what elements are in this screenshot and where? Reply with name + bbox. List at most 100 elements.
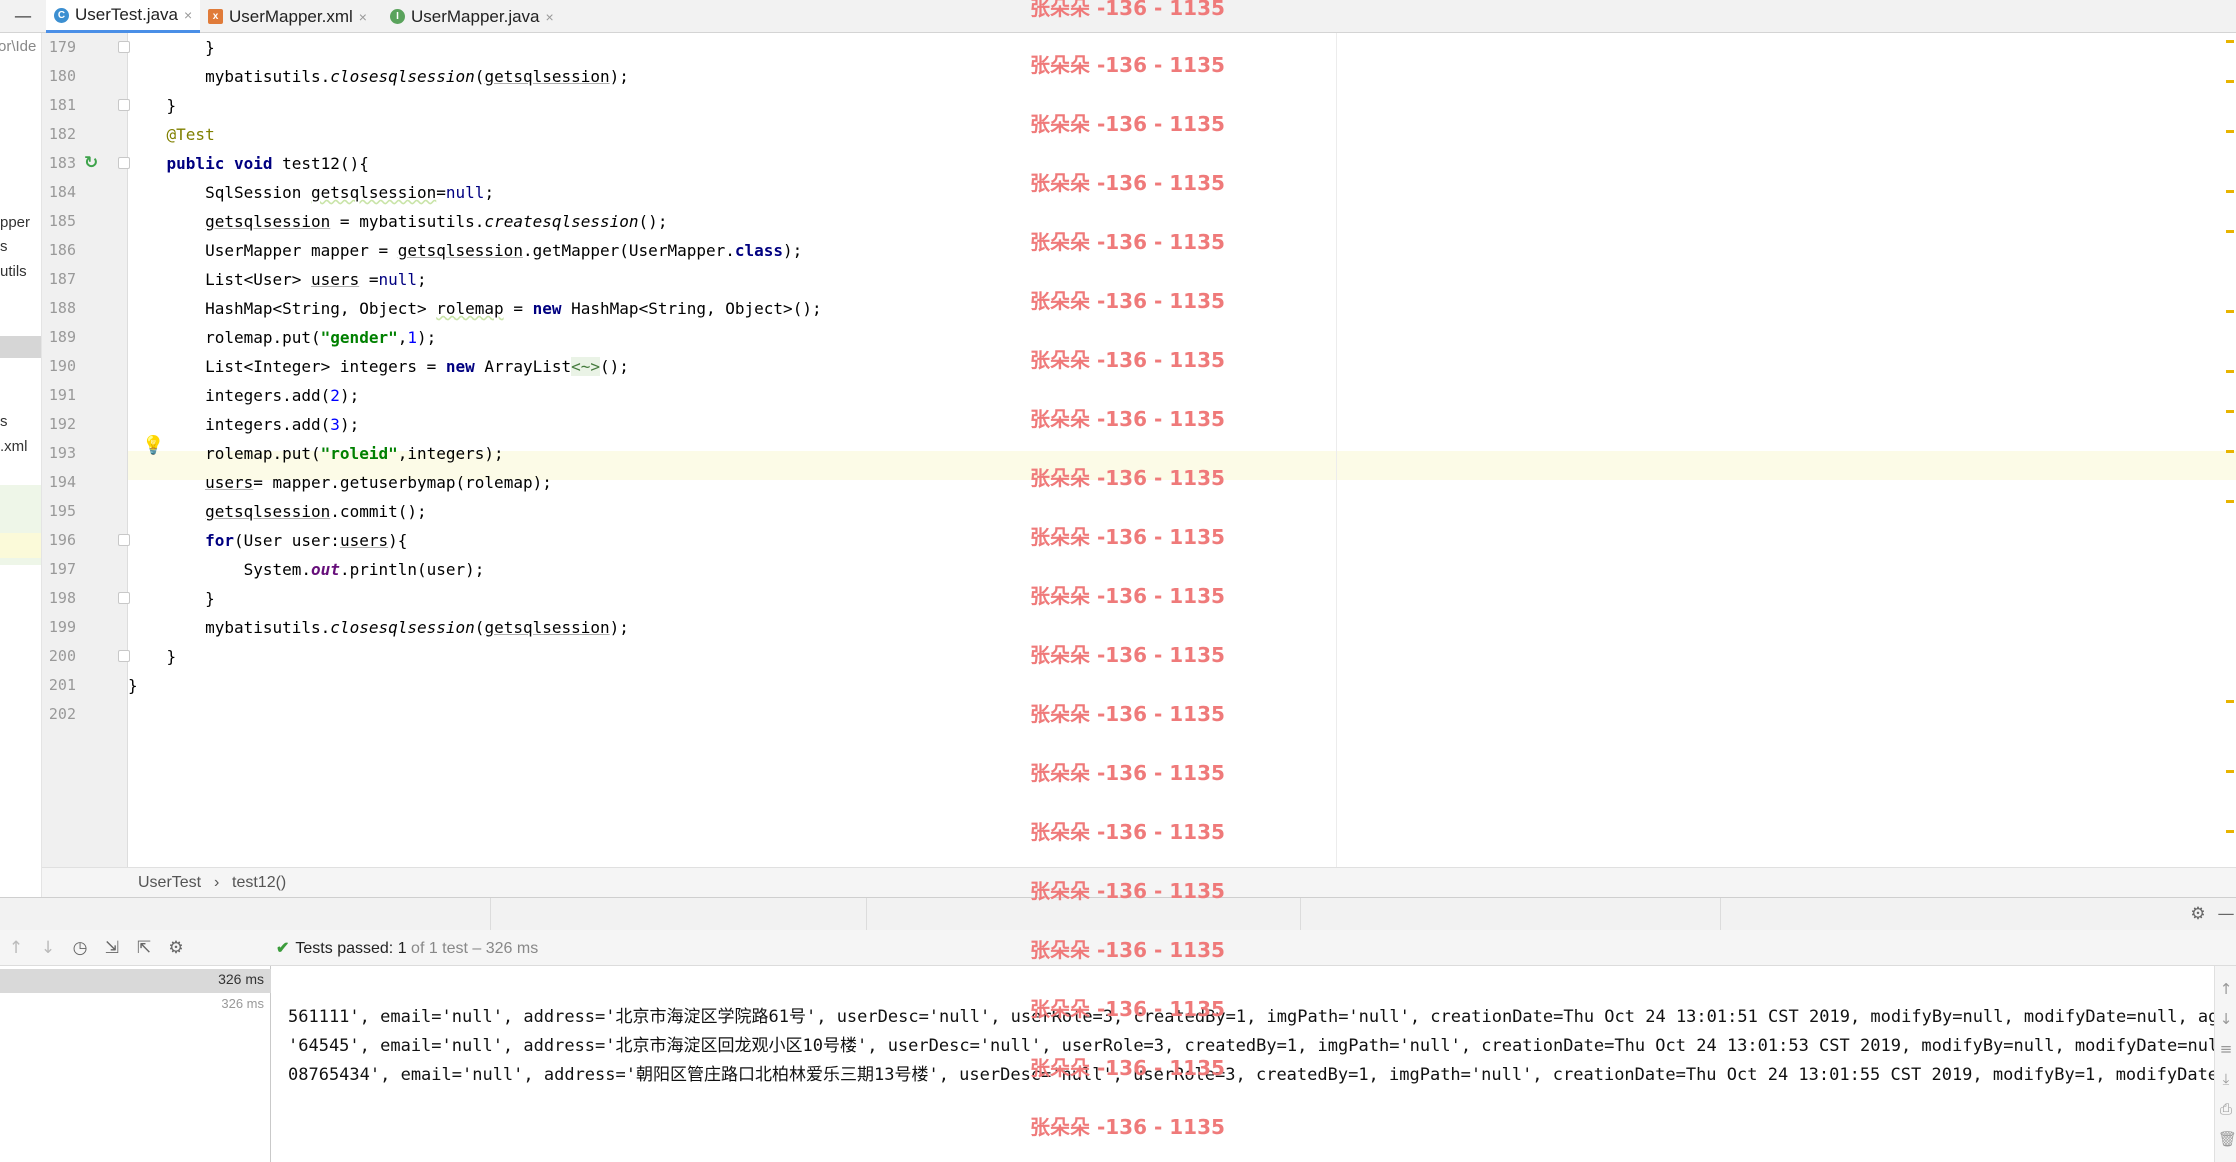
line-number: 182: [48, 125, 76, 143]
breadcrumb-separator: ›: [214, 874, 220, 891]
stripe-marker[interactable]: [2226, 410, 2234, 413]
tree-item[interactable]: pper: [0, 214, 30, 231]
divider: [1300, 898, 1301, 931]
stripe-marker[interactable]: [2226, 450, 2234, 453]
code-line: @Test: [166, 125, 215, 144]
tab-usermapper-xml[interactable]: x UserMapper.xml ×: [200, 0, 375, 33]
watermark-text: 张朵朵 -136 - 1135: [1030, 584, 1225, 608]
run-test-icon[interactable]: ↻: [84, 153, 106, 173]
tab-usermapper-java[interactable]: I UserMapper.java ×: [382, 0, 562, 33]
breadcrumb-class[interactable]: UserTest: [138, 874, 201, 892]
watermark-text: 张朵朵 -136 - 1135: [1030, 1056, 1225, 1080]
tree-item[interactable]: s: [0, 413, 8, 430]
watermark-text: 张朵朵 -136 - 1135: [1030, 171, 1225, 195]
watermark-text: 张朵朵 -136 - 1135: [1030, 997, 1225, 1021]
code-editor[interactable]: 💡 } mybatisutils.closesqlsession(getsqls…: [128, 33, 2236, 867]
tab-usertest-java[interactable]: C UserTest.java ×: [46, 0, 201, 33]
close-icon[interactable]: ×: [184, 7, 192, 23]
code-line: getsqlsession = mybatisutils.createsqlse…: [205, 212, 668, 231]
tab-label: UserTest.java: [75, 5, 178, 24]
project-tree-strip: or\Ide pper s utils s .xml: [0, 33, 42, 897]
hide-panel-icon[interactable]: —: [2216, 904, 2236, 924]
gear-icon[interactable]: ⚙: [2188, 904, 2208, 924]
line-number: 179: [48, 38, 76, 56]
tab-label: UserMapper.java: [411, 6, 540, 26]
stripe-marker[interactable]: [2226, 230, 2234, 233]
stripe-marker[interactable]: [2226, 310, 2234, 313]
java-interface-icon: I: [390, 9, 405, 24]
print-icon[interactable]: ⎙: [2218, 1100, 2234, 1118]
line-number: 184: [48, 183, 76, 201]
watermark-text: 张朵朵 -136 - 1135: [1030, 1115, 1225, 1139]
line-number: 198: [48, 589, 76, 607]
console-line: '64545', email='null', address='北京市海淀区回龙…: [288, 1036, 2214, 1056]
tree-item[interactable]: utils: [0, 263, 27, 280]
gear-icon[interactable]: ⚙: [166, 938, 186, 958]
export-tests-icon[interactable]: ⇱: [134, 938, 154, 958]
watermark-text: 张朵朵 -136 - 1135: [1030, 879, 1225, 903]
line-number: 193: [48, 444, 76, 462]
line-number: 200: [48, 647, 76, 665]
watermark-text: 张朵朵 -136 - 1135: [1030, 702, 1225, 726]
code-line: }: [128, 647, 177, 666]
next-failed-icon[interactable]: ↓: [38, 938, 58, 958]
line-number: 196: [48, 531, 76, 549]
stripe-marker[interactable]: [2226, 130, 2234, 133]
stripe-marker[interactable]: [2226, 700, 2234, 703]
code-line: HashMap<String, Object> rolemap = new Ha…: [128, 299, 822, 318]
trash-icon[interactable]: 🗑: [2218, 1130, 2236, 1148]
line-number: 180: [48, 67, 76, 85]
code-line: rolemap.put("roleid",integers);: [128, 444, 504, 463]
right-margin-guide: [1336, 33, 1337, 867]
watermark-text: 张朵朵 -136 - 1135: [1030, 112, 1225, 136]
watermark-text: 张朵朵 -136 - 1135: [1030, 230, 1225, 254]
watermark-text: 张朵朵 -136 - 1135: [1030, 53, 1225, 77]
code-line: }: [128, 38, 215, 57]
code-line: List<Integer> integers = new ArrayList<~…: [128, 357, 629, 376]
watermark-text: 张朵朵 -136 - 1135: [1030, 348, 1225, 372]
code-line: UserMapper mapper = getsqlsession.getMap…: [128, 241, 803, 260]
stripe-marker[interactable]: [2226, 830, 2234, 833]
stripe-marker[interactable]: [2226, 500, 2234, 503]
selected-row[interactable]: [0, 336, 41, 358]
stripe-marker[interactable]: [2226, 40, 2234, 43]
tree-item[interactable]: .xml: [0, 438, 28, 455]
close-icon[interactable]: ×: [546, 9, 554, 25]
java-class-icon: C: [54, 7, 69, 23]
code-line: System.out.println(user);: [128, 560, 485, 579]
previous-failed-icon[interactable]: ↑: [6, 938, 26, 958]
history-icon[interactable]: ◷: [70, 938, 90, 958]
code-line: getsqlsession.commit();: [205, 502, 427, 521]
test-tree: 326 ms 326 ms: [0, 966, 271, 1162]
line-number: 195: [48, 502, 76, 520]
code-line: SqlSession getsqlsession=null;: [128, 183, 495, 202]
line-number: 192: [48, 415, 76, 433]
breadcrumb-method[interactable]: test12(): [232, 874, 286, 892]
console-line: 08765434', email='null', address='朝阳区管庄路…: [288, 1065, 2214, 1085]
stripe-marker[interactable]: [2226, 370, 2234, 373]
divider: [1720, 898, 1721, 931]
close-icon[interactable]: ×: [359, 9, 367, 25]
stripe-marker[interactable]: [2226, 770, 2234, 773]
divider: [490, 898, 491, 931]
import-tests-icon[interactable]: ⇲: [102, 938, 122, 958]
tree-item[interactable]: s: [0, 238, 8, 255]
scroll-to-end-icon[interactable]: ⤓: [2218, 1070, 2234, 1088]
code-line: users= mapper.getuserbymap(rolemap);: [205, 473, 552, 492]
line-number: 181: [48, 96, 76, 114]
console-output[interactable]: 561111', email='null', address='北京市海淀区学院…: [272, 966, 2214, 1162]
tree-item[interactable]: or\Ide: [0, 38, 36, 55]
stripe-marker[interactable]: [2226, 190, 2234, 193]
code-line: }: [128, 589, 215, 608]
watermark-text: 张朵朵 -136 - 1135: [1030, 0, 1225, 20]
soft-wrap-icon[interactable]: ≡: [2218, 1040, 2234, 1058]
scroll-down-icon[interactable]: ↓: [2218, 1010, 2234, 1028]
watermark-text: 张朵朵 -136 - 1135: [1030, 525, 1225, 549]
test-duration: 326 ms: [218, 971, 264, 987]
hide-icon[interactable]: —: [14, 8, 34, 26]
stripe-marker[interactable]: [2226, 80, 2234, 83]
scroll-up-icon[interactable]: ↑: [2218, 980, 2234, 998]
line-number: 199: [48, 618, 76, 636]
line-number: 188: [48, 299, 76, 317]
line-number: 202: [48, 705, 76, 723]
